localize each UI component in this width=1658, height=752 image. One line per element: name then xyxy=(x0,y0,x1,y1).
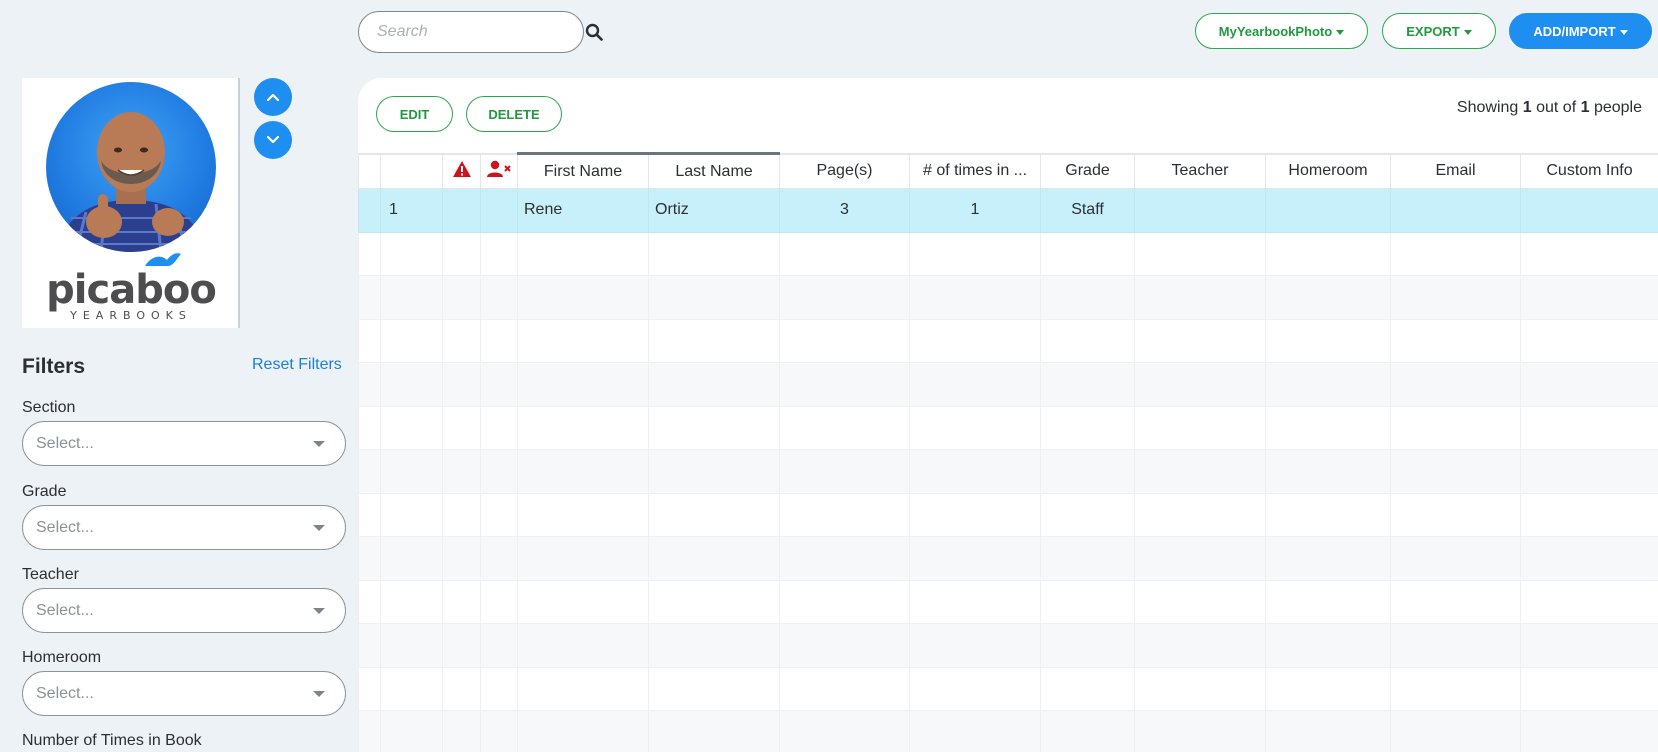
export-button[interactable]: EXPORT xyxy=(1382,13,1496,49)
section-filter-value: Select... xyxy=(36,434,94,452)
section-filter-label: Section xyxy=(22,399,76,416)
table-header-row: First Name Last Name Page(s) # of times … xyxy=(358,152,1658,189)
empty-row xyxy=(358,579,1658,624)
header-pages[interactable]: Page(s) xyxy=(779,152,910,189)
table-row[interactable]: 1 Rene Ortiz 3 1 Staff xyxy=(358,188,1658,233)
dropdown-caret-icon xyxy=(1336,29,1345,35)
next-person-button[interactable] xyxy=(254,121,292,159)
header-homeroom[interactable]: Homeroom xyxy=(1265,152,1391,189)
cell-index: 1 xyxy=(380,188,443,233)
showing-count: Showing 1 out of 1 people xyxy=(1456,99,1642,116)
cell-first-name: Rene xyxy=(517,188,649,233)
header-user-remove[interactable] xyxy=(480,152,518,189)
cell-homeroom xyxy=(1265,188,1391,233)
teacher-filter-value: Select... xyxy=(36,601,94,619)
cell-pages: 3 xyxy=(779,188,910,233)
search-box[interactable] xyxy=(358,11,603,53)
homeroom-filter-label: Homeroom xyxy=(22,649,102,666)
header-index xyxy=(380,152,443,189)
people-panel: EDIT DELETE Showing 1 out of 1 people Fi… xyxy=(358,78,1658,752)
my-yearbook-photo-button[interactable]: MyYearbookPhoto xyxy=(1195,13,1368,49)
header-custom-info[interactable]: Custom Info xyxy=(1520,152,1658,189)
header-blank xyxy=(358,152,381,189)
header-warning[interactable] xyxy=(442,152,481,189)
add-import-label: ADD/IMPORT xyxy=(1533,23,1616,39)
dropdown-caret-icon xyxy=(1463,29,1472,35)
previous-person-button[interactable] xyxy=(254,78,292,116)
empty-row xyxy=(358,666,1658,711)
cell-user-remove xyxy=(480,188,518,233)
times-in-book-filter-label: Number of Times in Book xyxy=(22,732,202,749)
grade-filter-select[interactable]: Select... xyxy=(22,505,346,550)
edit-button[interactable]: EDIT xyxy=(376,96,453,132)
add-import-button[interactable]: ADD/IMPORT xyxy=(1509,13,1652,49)
my-yearbook-photo-label: MyYearbookPhoto xyxy=(1218,23,1333,39)
empty-row xyxy=(358,362,1658,407)
header-teacher[interactable]: Teacher xyxy=(1134,152,1266,189)
header-times-in-book[interactable]: # of times in ... xyxy=(909,152,1041,189)
empty-row xyxy=(358,318,1658,363)
logo-bird-icon xyxy=(145,253,181,266)
grade-filter-value: Select... xyxy=(36,518,94,536)
cell-email xyxy=(1390,188,1521,233)
chevron-down-icon xyxy=(266,135,280,144)
cell-teacher xyxy=(1134,188,1266,233)
warning-icon xyxy=(452,160,471,177)
grade-filter-label: Grade xyxy=(22,483,67,500)
header-email[interactable]: Email xyxy=(1390,152,1521,189)
cell-times-in-book: 1 xyxy=(909,188,1041,233)
cell-custom-info xyxy=(1520,188,1658,233)
empty-row xyxy=(358,710,1658,752)
avatar xyxy=(46,82,216,252)
header-last-name[interactable]: Last Name xyxy=(648,152,780,189)
empty-row xyxy=(358,405,1658,450)
homeroom-filter-select[interactable]: Select... xyxy=(22,671,346,716)
search-input[interactable] xyxy=(377,23,585,41)
header-grade[interactable]: Grade xyxy=(1040,152,1135,189)
teacher-filter-select[interactable]: Select... xyxy=(22,588,346,633)
cell-blank xyxy=(358,188,381,233)
picaboo-logo: picaboo YEARBOOKS xyxy=(22,253,240,328)
dropdown-caret-icon xyxy=(1619,29,1628,35)
empty-row xyxy=(358,536,1658,581)
header-first-name[interactable]: First Name xyxy=(517,152,649,189)
empty-row xyxy=(358,231,1658,276)
dropdown-caret-icon xyxy=(313,524,325,531)
people-table: First Name Last Name Page(s) # of times … xyxy=(358,152,1658,752)
empty-row xyxy=(358,492,1658,537)
empty-row xyxy=(358,275,1658,320)
filters-title: Filters xyxy=(22,355,86,378)
dropdown-caret-icon xyxy=(313,607,325,614)
cell-grade: Staff xyxy=(1040,188,1135,233)
person-photo xyxy=(56,112,206,252)
chevron-up-icon xyxy=(266,93,280,102)
teacher-filter-label: Teacher xyxy=(22,566,79,583)
logo-wordmark: picaboo xyxy=(46,267,217,313)
homeroom-filter-value: Select... xyxy=(36,684,94,702)
section-filter-select[interactable]: Select... xyxy=(22,421,346,466)
delete-button[interactable]: DELETE xyxy=(466,96,562,132)
dropdown-caret-icon xyxy=(313,440,325,447)
profile-card: picaboo YEARBOOKS xyxy=(22,78,240,328)
export-label: EXPORT xyxy=(1406,23,1460,39)
cell-warning xyxy=(442,188,481,233)
search-icon[interactable] xyxy=(585,22,603,42)
cell-last-name: Ortiz xyxy=(648,188,780,233)
dropdown-caret-icon xyxy=(313,690,325,697)
user-remove-icon xyxy=(487,160,511,177)
empty-row xyxy=(358,623,1658,668)
reset-filters-link[interactable]: Reset Filters xyxy=(252,356,342,374)
empty-row xyxy=(358,449,1658,494)
